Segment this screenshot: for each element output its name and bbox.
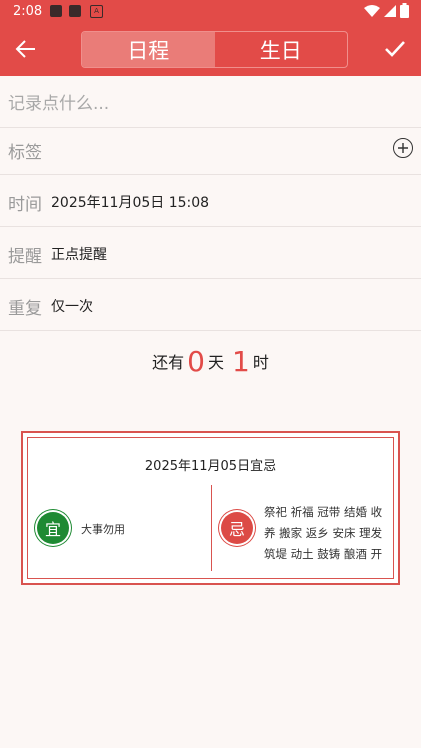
status-icons: [364, 3, 409, 18]
mode-tabs: 日程 生日: [81, 31, 348, 68]
note-input-row[interactable]: 记录点什么...: [0, 76, 421, 128]
countdown-days: 0: [187, 345, 205, 378]
yi-text: 大事勿用: [81, 523, 125, 536]
tab-schedule[interactable]: 日程: [82, 32, 215, 67]
notification-icon: [69, 5, 81, 17]
app-notification-icon: A: [90, 5, 103, 18]
almanac-card: 2025年11月05日宜忌 宜 大事勿用 忌 祭祀 祈福 冠带 结婚 收养 搬家…: [21, 431, 400, 585]
ji-badge: 忌: [221, 512, 253, 544]
countdown-hours: 1: [232, 345, 250, 378]
back-button[interactable]: [13, 36, 39, 62]
notification-icon: [50, 5, 62, 17]
remind-label: 提醒: [8, 247, 42, 267]
countdown-hour-unit: 时: [252, 353, 269, 372]
ji-text: 祭祀 祈福 冠带 结婚 收养 搬家 返乡 安床 理发 筑堤 动土 鼓铸 酿酒 开: [264, 505, 383, 561]
note-input[interactable]: 记录点什么...: [8, 89, 109, 114]
remind-value[interactable]: 正点提醒: [51, 244, 107, 264]
almanac-inner: 2025年11月05日宜忌 宜 大事勿用 忌 祭祀 祈福 冠带 结婚 收养 搬家…: [27, 437, 394, 579]
time-value[interactable]: 2025年11月05日 15:08: [51, 192, 209, 212]
signal-icon: [384, 4, 396, 17]
tag-row[interactable]: 标签: [0, 123, 421, 175]
confirm-button[interactable]: [382, 36, 408, 62]
countdown: 还有 0 天 1 时: [0, 345, 421, 378]
countdown-prefix: 还有: [152, 353, 185, 372]
almanac-divider: [211, 485, 212, 571]
repeat-value[interactable]: 仅一次: [51, 296, 93, 316]
wifi-icon: [364, 4, 380, 17]
add-tag-button[interactable]: [393, 138, 413, 158]
time-row[interactable]: 时间 2025年11月05日 15:08: [0, 175, 421, 227]
remind-row[interactable]: 提醒 正点提醒: [0, 227, 421, 279]
time-label: 时间: [8, 195, 42, 215]
yi-badge: 宜: [37, 512, 69, 544]
status-time: 2:08: [13, 4, 43, 19]
repeat-row[interactable]: 重复 仅一次: [0, 279, 421, 331]
plus-icon: [398, 143, 408, 153]
countdown-day-unit: 天: [207, 353, 224, 372]
battery-icon: [400, 3, 409, 18]
top-bar: 日程 生日: [0, 23, 421, 76]
repeat-label: 重复: [8, 299, 42, 319]
check-icon: [385, 41, 405, 57]
tab-birthday[interactable]: 生日: [215, 32, 348, 67]
tag-label: 标签: [8, 143, 42, 163]
almanac-title: 2025年11月05日宜忌: [144, 459, 277, 474]
arrow-left-icon: [15, 40, 35, 58]
status-bar: 2:08 A: [0, 0, 421, 23]
